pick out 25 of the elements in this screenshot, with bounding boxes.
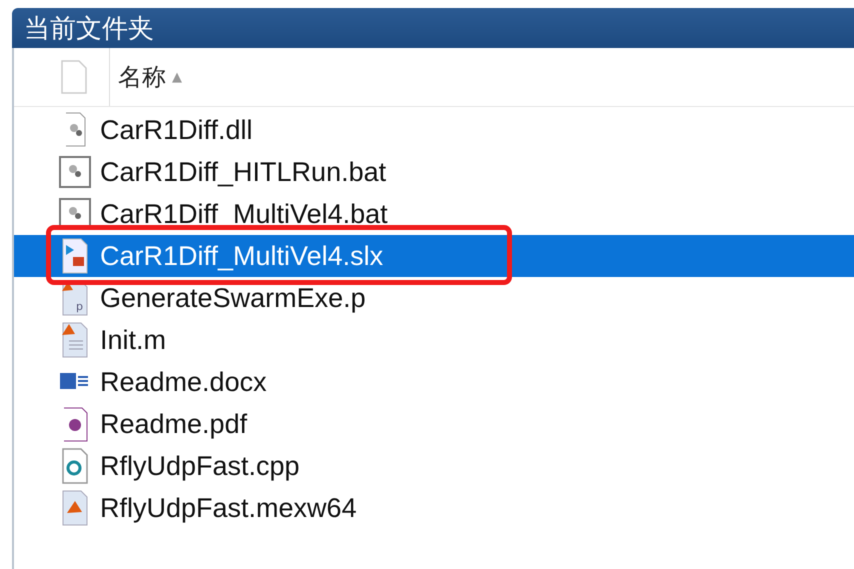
file-row[interactable]: p GenerateSwarmExe.p bbox=[14, 277, 854, 319]
file-icon bbox=[61, 60, 87, 94]
file-name: RflyUdpFast.cpp bbox=[100, 450, 300, 482]
file-row[interactable]: Readme.docx bbox=[14, 361, 854, 403]
window-title: 当前文件夹 bbox=[24, 12, 154, 46]
file-row[interactable]: CarR1Diff_MultiVel4.slx bbox=[14, 235, 854, 277]
sort-ascending-icon: ▲ bbox=[172, 70, 182, 84]
file-row[interactable]: Init.m bbox=[14, 319, 854, 361]
file-row[interactable]: CarR1Diff_MultiVel4.bat bbox=[14, 193, 854, 235]
name-column-header[interactable]: 名称 ▲ bbox=[110, 48, 190, 106]
file-name: Init.m bbox=[100, 324, 166, 356]
file-row[interactable]: RflyUdpFast.cpp bbox=[14, 445, 854, 487]
file-name: CarR1Diff_MultiVel4.slx bbox=[100, 240, 384, 272]
file-row[interactable]: Readme.pdf bbox=[14, 403, 854, 445]
file-name: Readme.pdf bbox=[100, 408, 248, 440]
gear-file-icon bbox=[58, 153, 92, 191]
file-name: CarR1Diff.dll bbox=[100, 114, 253, 146]
file-name: CarR1Diff_HITLRun.bat bbox=[100, 156, 386, 188]
file-row[interactable]: RflyUdpFast.mexw64 bbox=[14, 487, 854, 529]
file-name: CarR1Diff_MultiVel4.bat bbox=[100, 198, 388, 230]
file-name: RflyUdpFast.mexw64 bbox=[100, 492, 357, 524]
file-name: Readme.docx bbox=[100, 366, 267, 398]
file-name: GenerateSwarmExe.p bbox=[100, 282, 366, 314]
file-row[interactable]: CarR1Diff.dll bbox=[14, 109, 854, 151]
file-row[interactable]: CarR1Diff_HITLRun.bat bbox=[14, 151, 854, 193]
